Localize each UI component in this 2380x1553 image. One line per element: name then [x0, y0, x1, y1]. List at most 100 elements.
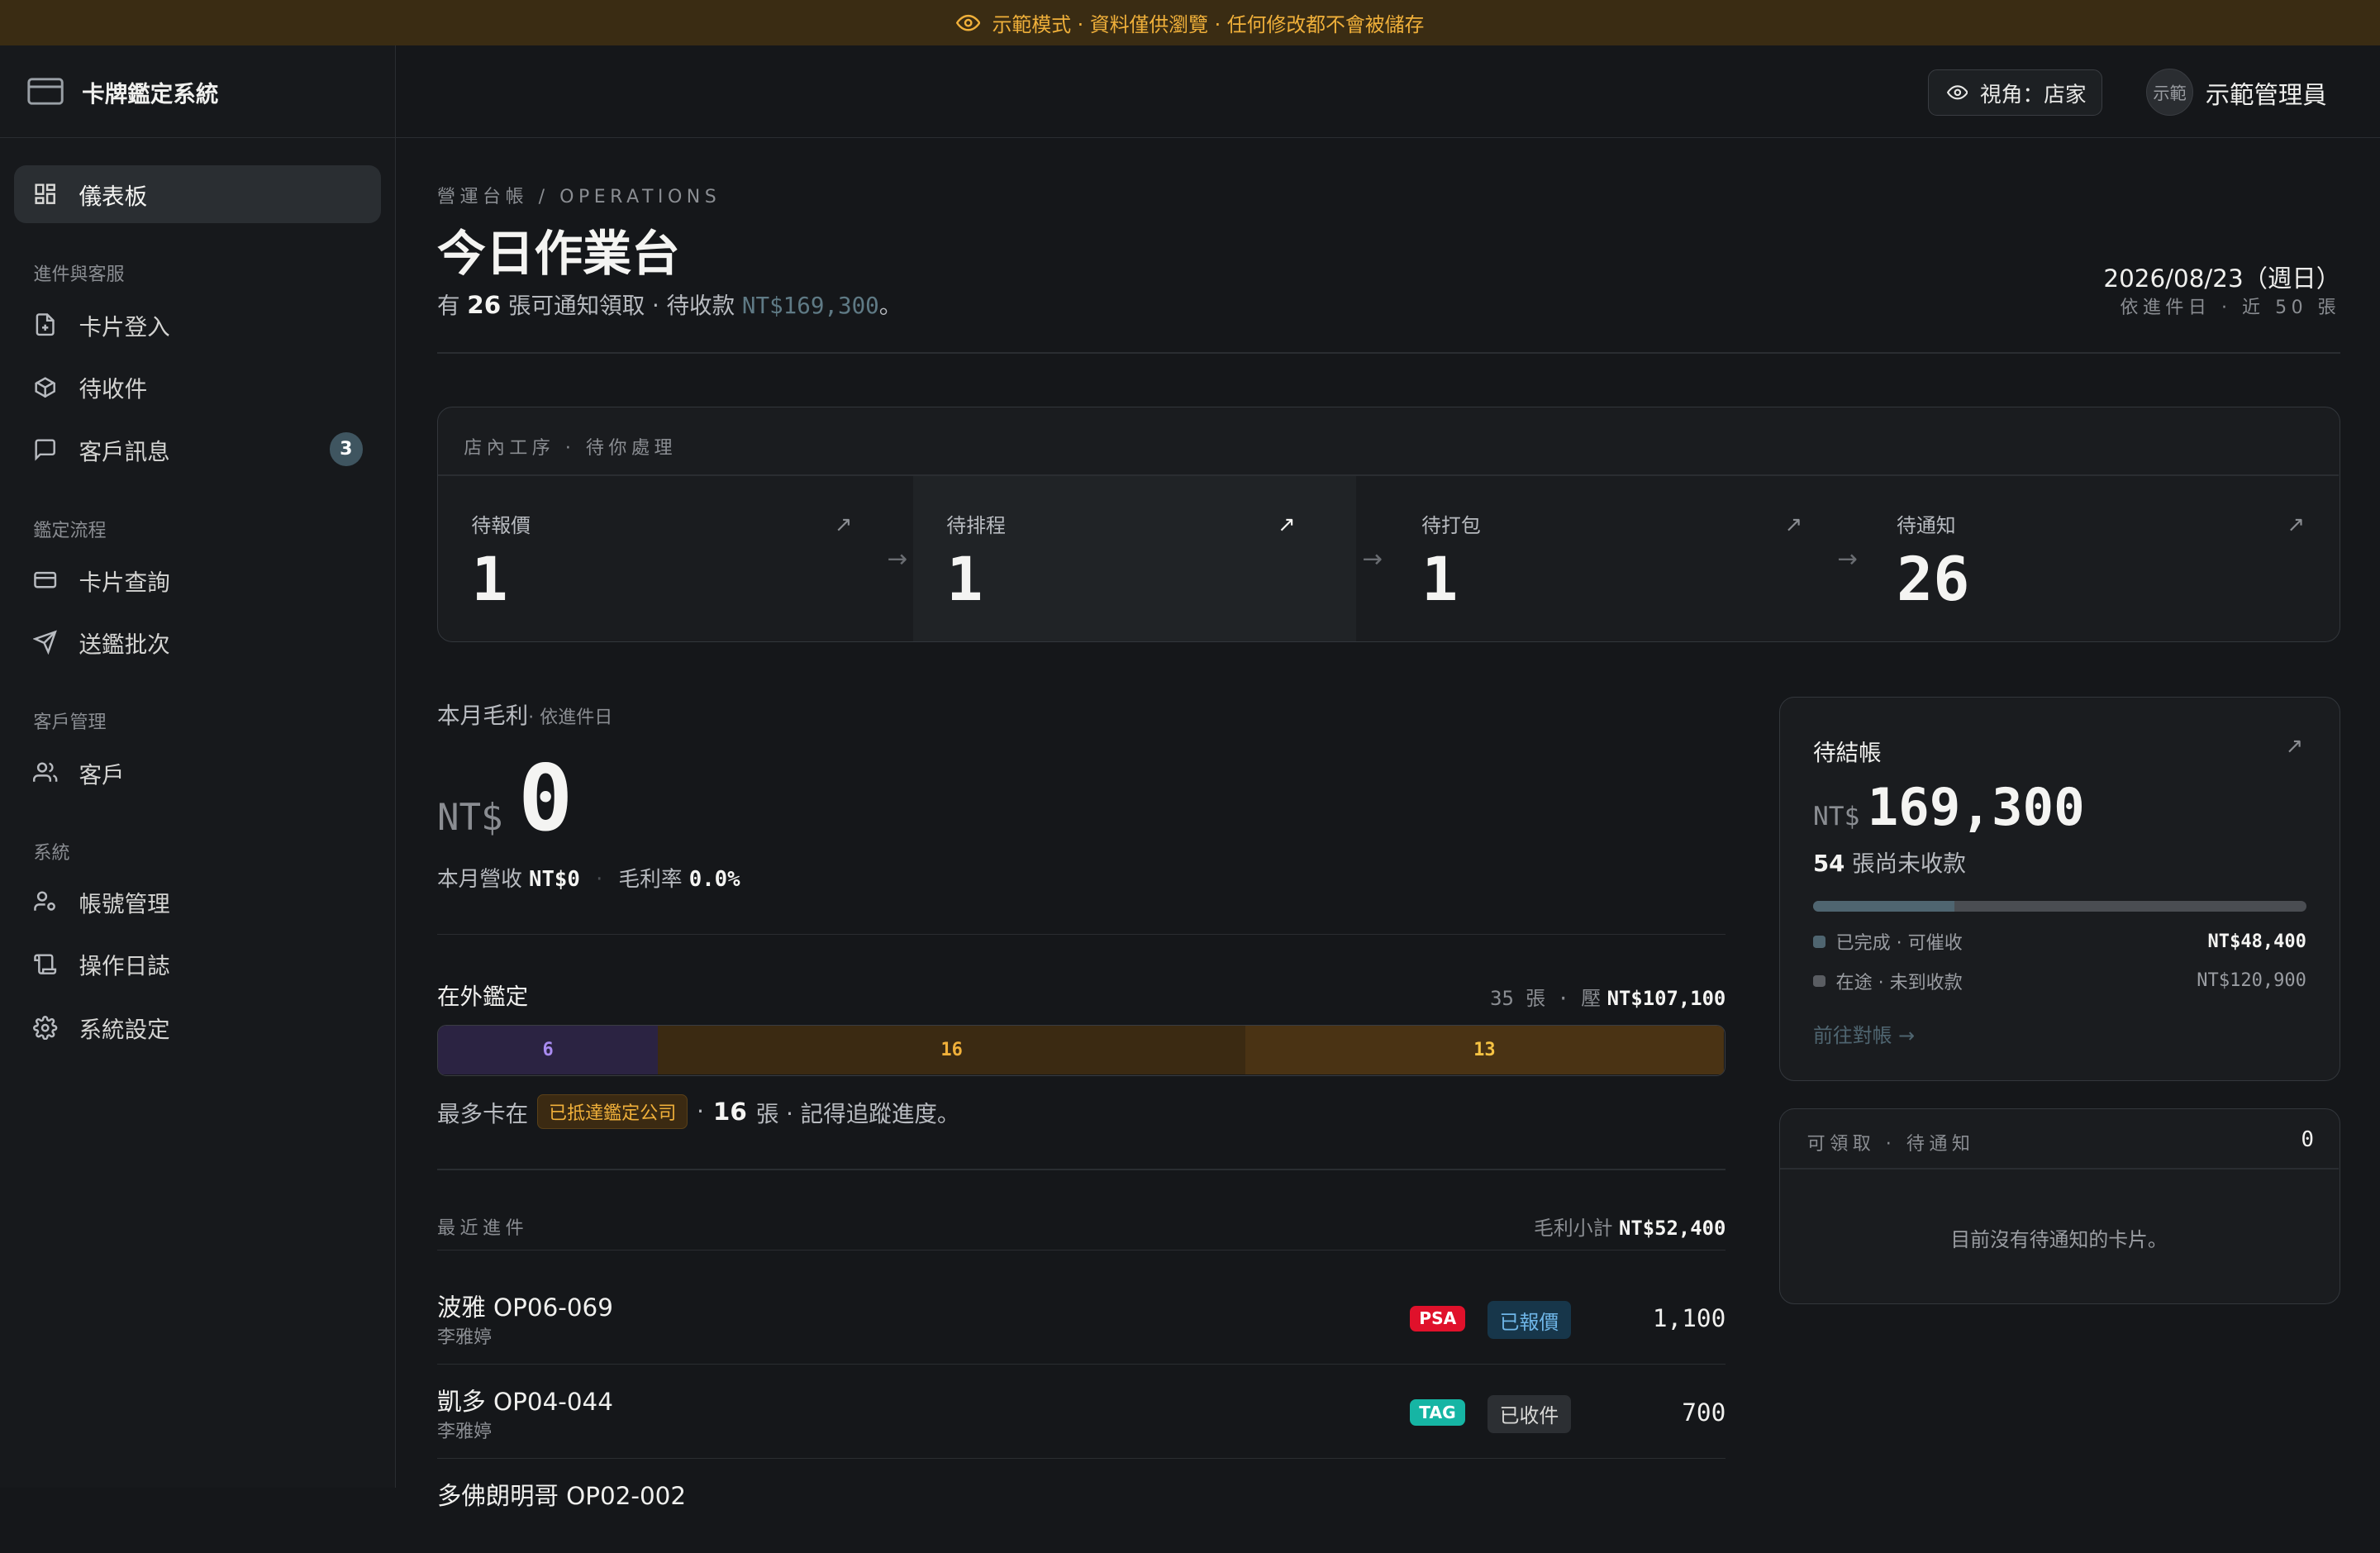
breadcrumb: 營運台帳 / OPERATIONS [436, 187, 721, 208]
sidebar-item-audit-log[interactable]: 操作日誌 [14, 935, 381, 993]
pickup-title: 可領取 · 待通知 [1806, 1133, 1975, 1155]
table-row[interactable]: 多佛朗明哥 OP02-002 [437, 1459, 1726, 1553]
sidebar-item-customer-messages[interactable]: 客戶訊息 3 [14, 421, 381, 479]
note-suffix: 張 · 記得追蹤進度。 [755, 1100, 960, 1127]
receivable-progress [1813, 901, 2306, 912]
divider [436, 1249, 1726, 1251]
profit-label-sub: · 依進件日 [528, 707, 613, 729]
sidebar-item-label: 客戶 [79, 761, 125, 788]
users-icon [33, 762, 58, 782]
grader-badge: TAG [1410, 1399, 1465, 1426]
sidebar-item-customers[interactable]: 客戶 [14, 744, 381, 802]
sidebar-item-dashboard[interactable]: 儀表板 [13, 165, 381, 223]
profit-heading: 本月毛利· 依進件日 [437, 697, 612, 730]
table-row[interactable]: 波雅 OP06-069 李雅婷 PSA 已報價 1,100 [436, 1270, 1726, 1365]
arrow-up-right-icon: ↗ [834, 512, 853, 537]
legend-label: 在途 · 未到收款 [1835, 972, 1963, 993]
sidebar-item-pending-receive[interactable]: 待收件 [14, 358, 381, 416]
profit-amount: 0 [517, 745, 574, 851]
stage-quote[interactable]: 待報價 1 ↗ [438, 476, 913, 641]
stage-count: 26 [1897, 544, 1970, 615]
note-mid: · [697, 1098, 704, 1125]
sidebar-item-card-search[interactable]: 卡片查詢 [14, 551, 381, 609]
nav-group-grading: 鑑定流程 [33, 521, 107, 542]
sidebar-item-submission-batches[interactable]: 送鑑批次 [14, 613, 381, 671]
arrow-right-icon: → [1362, 544, 1383, 573]
card-icon [27, 78, 64, 105]
grading-amount: NT$107,100 [1606, 987, 1726, 1011]
pipeline-card: 店內工序 · 待你處理 待報價 1 ↗ → 待排程 1 ↗ → 待打包 1 ↗ … [436, 407, 2341, 642]
stage-pack[interactable]: 待打包 1 ↗ [1388, 476, 1864, 641]
pipeline-title: 店內工序 · 待你處理 [464, 438, 678, 460]
sidebar-item-label: 卡片登入 [79, 314, 170, 341]
reconcile-link[interactable]: 前往對帳 → [1813, 1019, 1915, 1048]
revenue-label: 本月營收 [436, 867, 522, 893]
status-badge: 已報價 [1487, 1301, 1571, 1340]
status-badge: 已收件 [1487, 1394, 1571, 1433]
eye-icon [955, 14, 980, 31]
stage-label: 待通知 [1897, 514, 1956, 538]
note-prefix: 最多卡在 [436, 1100, 529, 1127]
sidebar-item-label: 儀表板 [79, 183, 148, 211]
sidebar-item-label: 客戶訊息 [79, 438, 170, 465]
banner-text: 示範模式 · 資料僅供瀏覽 · 任何修改都不會被儲存 [992, 13, 1425, 37]
demo-mode-banner: 示範模式 · 資料僅供瀏覽 · 任何修改都不會被儲存 [0, 0, 2380, 46]
row-title: 多佛朗明哥 OP02-002 [436, 1482, 687, 1511]
receivable-amount: 169,300 [1867, 776, 2085, 837]
page-title: 今日作業台 [436, 224, 680, 282]
receivable-count: 54 [1813, 850, 1845, 878]
margin-value: 0.0% [688, 867, 740, 893]
nav-group-system: 系統 [33, 842, 70, 864]
stage-label: 待排程 [946, 514, 1006, 538]
grader-badge: PSA [1410, 1305, 1466, 1331]
stage-notify[interactable]: 待通知 26 ↗ [1864, 476, 2339, 641]
divider [436, 352, 2341, 354]
avatar[interactable]: 示範 [2146, 68, 2194, 116]
app-brand[interactable]: 卡牌鑑定系統 [0, 45, 396, 139]
legend-value: NT$48,400 [2207, 931, 2306, 952]
grading-summary: 35 張 · 壓 NT$107,100 [437, 982, 1726, 1011]
row-customer: 李雅婷 [436, 1421, 493, 1442]
subtotal-label: 毛利小計 [1534, 1216, 1613, 1240]
sidebar-item-accounts[interactable]: 帳號管理 [14, 873, 381, 931]
legend-label: 已完成 · 可催收 [1835, 933, 1963, 955]
grading-note: 最多卡在 已抵達鑑定公司 · 16 張 · 記得追蹤進度。 [436, 1094, 960, 1129]
package-icon [35, 376, 56, 398]
app-title: 卡牌鑑定系統 [82, 80, 219, 107]
sidebar-item-label: 卡片查詢 [79, 569, 170, 596]
grading-stacked-bar: 6 16 13 [436, 1024, 1726, 1077]
summary-amount: NT$169,300 [741, 293, 879, 320]
receivable-value: NT$ 169,300 [1813, 777, 2085, 837]
pickup-card: 可領取 · 待通知 0 目前沒有待通知的卡片。 [1778, 1108, 2341, 1304]
legend-in-transit: 在途 · 未到收款 NT$120,900 [1813, 968, 2306, 994]
user-name[interactable]: 示範管理員 [2206, 76, 2327, 111]
scroll-icon [34, 954, 57, 974]
unread-count-badge: 3 [329, 432, 363, 466]
grading-segment[interactable]: 13 [1245, 1025, 1724, 1074]
table-row[interactable]: 凱多 OP04-044 李雅婷 TAG 已收件 700 [436, 1365, 1726, 1460]
current-date: 2026/08/23（週日） [2103, 264, 2341, 293]
summary-mid: 張可通知領取 · 待收款 [507, 293, 735, 320]
pickup-count: 0 [2301, 1127, 2314, 1152]
arrow-up-right-icon[interactable]: ↗ [2286, 734, 2304, 759]
topbar: 視角：店家 示範 示範管理員 [396, 45, 2380, 139]
gear-icon [33, 1015, 58, 1041]
page-summary: 有 26 張可通知領取 · 待收款 NT$169,300。 [437, 287, 902, 320]
pickup-empty-message: 目前沒有待通知的卡片。 [1950, 1227, 2168, 1251]
subtotal-value: NT$52,400 [1619, 1216, 1726, 1240]
sidebar-item-settings[interactable]: 系統設定 [14, 999, 381, 1057]
grading-count: 35 張 · 壓 [1490, 987, 1602, 1011]
arrow-up-right-icon: ↗ [2287, 512, 2306, 537]
view-switch-button[interactable]: 視角：店家 [1927, 69, 2102, 116]
grading-segment[interactable]: 16 [658, 1025, 1246, 1074]
grading-segment[interactable]: 6 [437, 1025, 659, 1074]
summary-suffix: 。 [878, 293, 902, 320]
row-title: 凱多 OP04-044 [436, 1388, 613, 1417]
stage-schedule[interactable]: 待排程 1 ↗ [912, 475, 1357, 642]
sidebar-item-card-login[interactable]: 卡片登入 [14, 296, 381, 354]
receivable-count-line: 54 張尚未收款 [1813, 845, 1966, 878]
sidebar-item-label: 送鑑批次 [79, 631, 170, 658]
divider [436, 1169, 1726, 1171]
status-badge: 已抵達鑑定公司 [537, 1094, 688, 1129]
margin-label: 毛利率 [618, 867, 683, 893]
